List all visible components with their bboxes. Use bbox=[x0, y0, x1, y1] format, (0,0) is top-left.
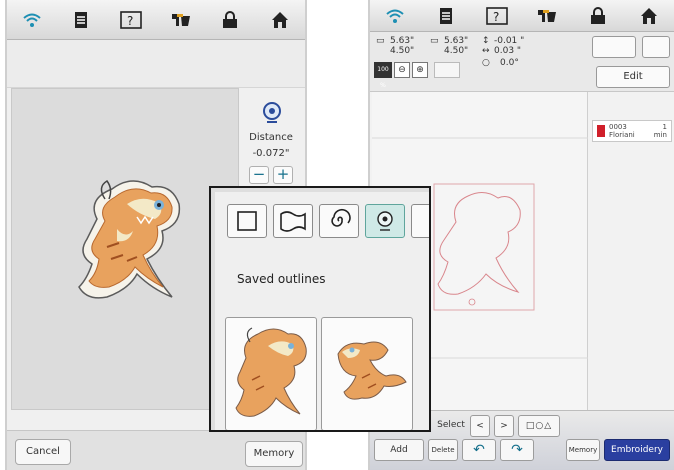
tab-wave-outline[interactable] bbox=[273, 204, 313, 238]
size-width: 5.63" bbox=[390, 36, 415, 46]
svg-text:?: ? bbox=[127, 14, 133, 28]
memory-button[interactable]: Memory bbox=[245, 441, 303, 467]
tab-more[interactable] bbox=[411, 204, 429, 238]
lock-icon[interactable] bbox=[219, 9, 241, 31]
help-icon[interactable]: ? bbox=[485, 5, 508, 27]
edit-canvas[interactable] bbox=[11, 88, 239, 410]
vertical-offset-icon: ↕ bbox=[482, 36, 490, 46]
cancel-button[interactable]: Cancel bbox=[15, 439, 71, 465]
home-icon[interactable] bbox=[638, 5, 660, 27]
saved-outline-thumbnail[interactable] bbox=[225, 317, 317, 430]
lock-icon[interactable] bbox=[587, 5, 609, 27]
select-next-button[interactable]: > bbox=[494, 415, 514, 437]
document-icon[interactable] bbox=[70, 9, 92, 31]
tab-spiral-outline[interactable] bbox=[319, 204, 359, 238]
zoom-out-icon[interactable]: ⊖ bbox=[394, 62, 410, 78]
machine-icon[interactable] bbox=[170, 9, 192, 31]
select-previous-button[interactable]: < bbox=[470, 415, 490, 437]
embroidery-button[interactable]: Embroidery bbox=[604, 439, 670, 461]
design-info-bar: ▭ 5.63" 4.50" ▭ 5.63" 4.50" ↕ -0.01 " ↔ … bbox=[370, 32, 674, 92]
size2-width: 5.63" bbox=[444, 36, 469, 46]
dinosaur-embroidery-image bbox=[78, 180, 181, 299]
distance-icon[interactable] bbox=[259, 100, 285, 126]
undo-icon[interactable]: ↶ bbox=[462, 439, 496, 461]
rotation-icon: ○ bbox=[482, 58, 490, 68]
horizontal-offset-icon: ↔ bbox=[482, 46, 490, 56]
thread-color-swatch bbox=[597, 125, 605, 137]
distance-label: Distance bbox=[249, 132, 293, 143]
frame-view-icon[interactable] bbox=[642, 36, 670, 58]
left-header bbox=[7, 40, 305, 88]
select-label: Select bbox=[437, 420, 465, 430]
size-height: 4.50" bbox=[390, 46, 415, 56]
distance-minus-button[interactable]: − bbox=[249, 166, 269, 184]
left-bottom-bar: Cancel Memory bbox=[7, 430, 305, 470]
rotation-value: 0.0° bbox=[500, 58, 519, 68]
tab-square-outline[interactable] bbox=[227, 204, 267, 238]
thread-code: 0003 bbox=[609, 123, 627, 131]
saved-outline-thumbnail[interactable] bbox=[321, 317, 413, 430]
right-toolbar: ? bbox=[370, 0, 674, 32]
zoom-inset: Saved outlines bbox=[209, 186, 431, 432]
svg-text:?: ? bbox=[493, 10, 499, 24]
wifi-icon[interactable] bbox=[384, 5, 406, 27]
thread-unit: min bbox=[653, 131, 667, 139]
thread-item[interactable]: 0003 Floriani 1 min bbox=[592, 120, 672, 142]
saved-outlines-label: Saved outlines bbox=[237, 272, 326, 286]
copy-design-icon[interactable] bbox=[592, 36, 636, 58]
document-icon[interactable] bbox=[435, 5, 457, 27]
screenshot: g ? bbox=[0, 0, 674, 470]
add-button[interactable]: Add bbox=[374, 439, 424, 461]
edit-button[interactable]: Edit bbox=[596, 66, 670, 88]
size2-height: 4.50" bbox=[444, 46, 469, 56]
machine-icon[interactable] bbox=[536, 5, 558, 27]
help-icon[interactable]: ? bbox=[120, 9, 142, 31]
home-icon[interactable] bbox=[269, 9, 291, 31]
thread-brand: Floriani bbox=[609, 131, 635, 139]
left-toolbar: ? bbox=[7, 0, 305, 40]
outline-selector-panel: Saved outlines bbox=[215, 192, 429, 430]
vertical-offset: -0.01 " bbox=[494, 36, 525, 46]
size-icon: ▭ bbox=[376, 36, 385, 46]
zoom-100-button[interactable]: 100 % bbox=[374, 62, 392, 89]
horizontal-offset: 0.03 " bbox=[494, 46, 522, 56]
grid-view-icon[interactable] bbox=[434, 62, 460, 78]
shape-select-button[interactable]: □○△ bbox=[518, 415, 560, 437]
thread-list-panel: 0003 Floriani 1 min bbox=[588, 92, 674, 410]
zoom-in-icon[interactable]: ⊕ bbox=[412, 62, 428, 78]
thread-count: 1 bbox=[662, 123, 667, 131]
memory-button[interactable]: Memory bbox=[566, 439, 600, 461]
distance-plus-button[interactable]: + bbox=[273, 166, 293, 184]
redo-icon[interactable]: ↷ bbox=[500, 439, 534, 461]
wifi-icon[interactable] bbox=[21, 9, 43, 31]
distance-value: -0.072" bbox=[252, 148, 290, 159]
delete-button[interactable]: Delete bbox=[428, 439, 458, 461]
size2-icon: ▭ bbox=[430, 36, 439, 46]
tab-saved-outline[interactable] bbox=[365, 204, 405, 238]
